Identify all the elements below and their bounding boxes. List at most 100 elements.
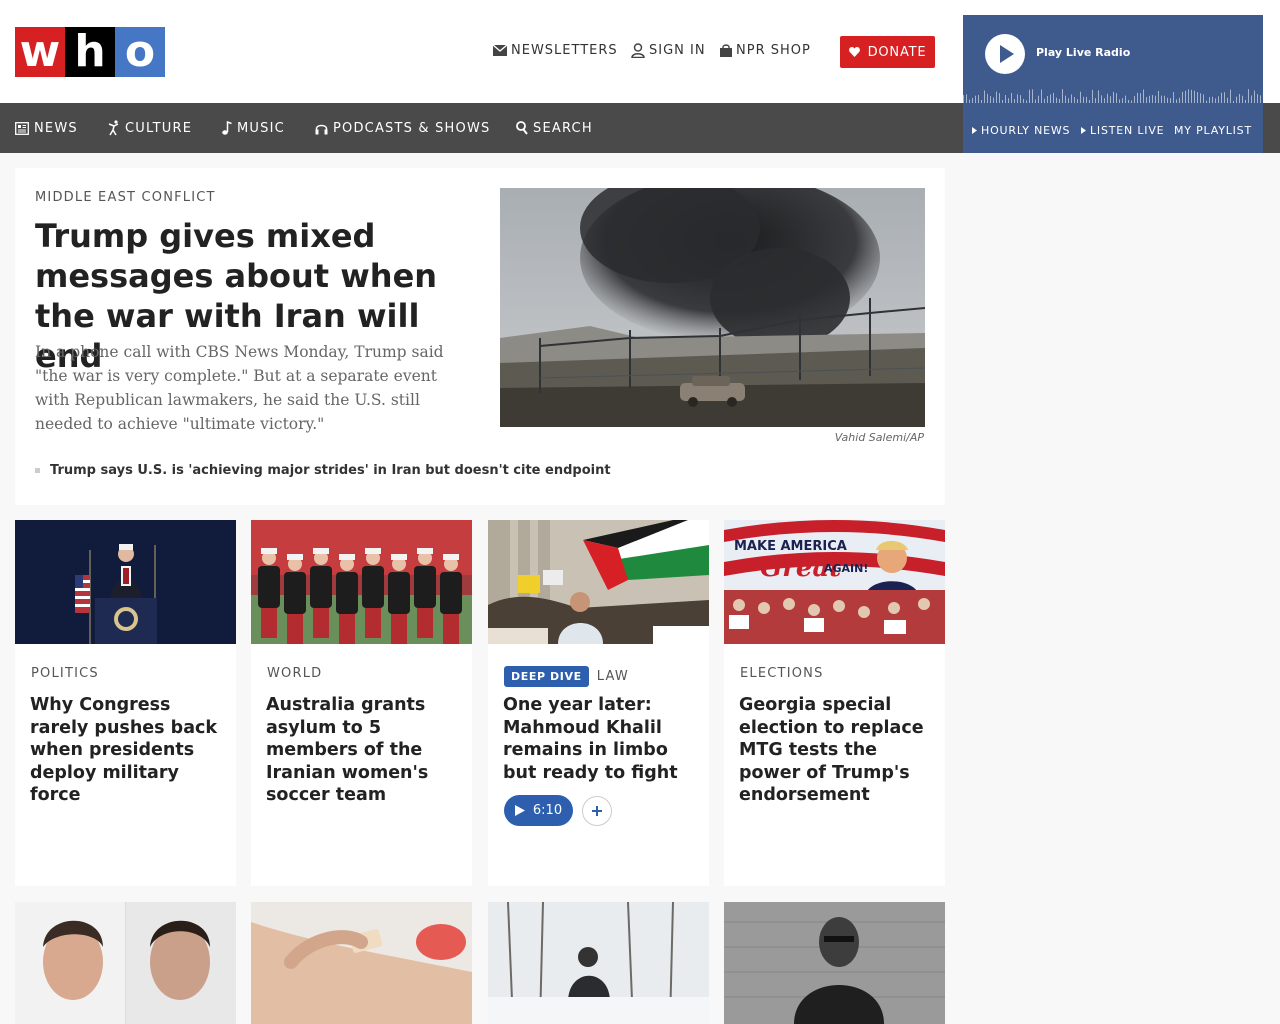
waveform-bar bbox=[1173, 92, 1174, 103]
my-playlist-link[interactable]: MY PLAYLIST bbox=[1174, 124, 1252, 137]
story-card-image-bandage[interactable] bbox=[251, 902, 472, 1024]
waveform-bar bbox=[1095, 98, 1096, 103]
waveform-bar bbox=[993, 97, 994, 103]
waveform-bar bbox=[969, 99, 970, 103]
story-card-world[interactable]: WORLD Australia grants asylum to 5 membe… bbox=[251, 520, 472, 886]
waveform-bar bbox=[1146, 97, 1147, 103]
waveform-bar bbox=[1161, 95, 1162, 103]
card-kicker[interactable]: ELECTIONS bbox=[740, 666, 824, 681]
donate-button[interactable]: DONATE bbox=[840, 36, 935, 68]
waveform-bar bbox=[987, 93, 988, 103]
card-title[interactable]: Georgia special election to replace MTG … bbox=[739, 694, 935, 807]
waveform-bar bbox=[1062, 89, 1063, 103]
card-image-podium[interactable] bbox=[15, 520, 236, 644]
story-card-image-mugshots[interactable] bbox=[15, 902, 236, 1024]
waveform-bar bbox=[1086, 96, 1087, 103]
waveform-bar bbox=[1098, 90, 1099, 103]
envelope-icon bbox=[493, 45, 507, 56]
waveform-bar bbox=[1026, 100, 1027, 103]
card-title[interactable]: Why Congress rarely pushes back when pre… bbox=[30, 694, 226, 807]
card-kicker-label: POLITICS bbox=[31, 666, 99, 681]
hero-image[interactable] bbox=[500, 188, 925, 427]
waveform-bar bbox=[1176, 99, 1177, 103]
waveform-bar bbox=[1038, 95, 1039, 103]
site-logo[interactable]: w h o bbox=[15, 27, 165, 77]
nav-item-news[interactable]: NEWS bbox=[15, 103, 78, 153]
waveform-bar bbox=[1056, 97, 1057, 103]
nav-label-culture: CULTURE bbox=[125, 120, 193, 136]
story-card-image-forest[interactable] bbox=[488, 902, 709, 1024]
waveform-bar bbox=[1233, 100, 1234, 103]
newsletters-link[interactable]: NEWSLETTERS bbox=[493, 43, 618, 58]
shop-link[interactable]: NPR SHOP bbox=[720, 43, 811, 58]
waveform-bar bbox=[1182, 91, 1183, 103]
nav-item-culture[interactable]: CULTURE bbox=[108, 103, 192, 153]
card-image-soccer-team[interactable] bbox=[251, 520, 472, 644]
listen-live-link[interactable]: LISTEN LIVE bbox=[1081, 124, 1164, 137]
nav-item-podcasts[interactable]: PODCASTS & SHOWS bbox=[315, 103, 490, 153]
waveform-bar bbox=[1149, 95, 1150, 103]
card-kicker[interactable]: POLITICS bbox=[31, 666, 99, 681]
waveform-bar bbox=[1185, 90, 1186, 103]
signin-label: SIGN IN bbox=[649, 43, 706, 58]
card-kicker[interactable]: WORLD bbox=[267, 666, 322, 681]
waveform-bar bbox=[1230, 89, 1231, 103]
waveform-bar bbox=[1002, 100, 1003, 103]
deep-dive-badge[interactable]: DEEP DIVE bbox=[504, 666, 589, 687]
waveform-bar bbox=[1113, 91, 1114, 103]
waveform-bar bbox=[990, 96, 991, 103]
add-to-playlist-button[interactable] bbox=[582, 796, 612, 826]
waveform-bar bbox=[1200, 93, 1201, 103]
waveform-bar bbox=[1179, 97, 1180, 103]
waveform-bar bbox=[1170, 98, 1171, 103]
waveform-bar bbox=[966, 94, 967, 103]
waveform-bar bbox=[1041, 89, 1042, 103]
soccer-team-illustration bbox=[251, 520, 472, 644]
waveform-bar bbox=[1068, 98, 1069, 103]
waveform-bar bbox=[1014, 99, 1015, 103]
play-audio-button[interactable]: 6:10 bbox=[504, 795, 573, 826]
waveform-bar bbox=[1089, 100, 1090, 103]
story-card-politics[interactable]: POLITICS Why Congress rarely pushes back… bbox=[15, 520, 236, 886]
card-kicker-label[interactable]: LAW bbox=[597, 669, 629, 684]
waveform-bar bbox=[984, 90, 985, 103]
card-title[interactable]: One year later: Mahmoud Khalil remains i… bbox=[503, 694, 699, 784]
waveform-bar bbox=[1101, 95, 1102, 103]
nav-label-search: SEARCH bbox=[533, 120, 593, 136]
donate-label: DONATE bbox=[867, 44, 927, 60]
waveform-bar bbox=[1257, 93, 1258, 103]
listen-live-label: LISTEN LIVE bbox=[1090, 123, 1165, 137]
nav-item-music[interactable]: MUSIC bbox=[222, 103, 285, 153]
waveform-bar bbox=[1206, 100, 1207, 103]
hero-kicker[interactable]: MIDDLE EAST CONFLICT bbox=[35, 190, 216, 205]
waveform-bar bbox=[1218, 96, 1219, 103]
story-card-elections[interactable]: MAKE AMERICA Great AGAIN! ELECTIONS Geor… bbox=[724, 520, 945, 886]
waveform-bar bbox=[1128, 99, 1129, 103]
card-image-rally[interactable]: MAKE AMERICA Great AGAIN! bbox=[724, 520, 945, 644]
waveform-bar bbox=[1215, 98, 1216, 103]
podium-illustration bbox=[15, 520, 236, 644]
waveform-bar bbox=[1155, 95, 1156, 103]
related-link-label: Trump says U.S. is 'achieving major stri… bbox=[50, 463, 611, 478]
related-link[interactable]: Trump says U.S. is 'achieving major stri… bbox=[35, 463, 611, 478]
card-image-protest[interactable] bbox=[488, 520, 709, 644]
waveform-bar bbox=[1110, 96, 1111, 103]
nav-item-search[interactable]: SEARCH bbox=[516, 103, 593, 153]
hourly-news-label: HOURLY NEWS bbox=[981, 123, 1071, 137]
story-card-image-portrait[interactable] bbox=[724, 902, 945, 1024]
waveform-bar bbox=[1212, 96, 1213, 103]
waveform-bar bbox=[1080, 91, 1081, 103]
waveform-bar bbox=[975, 95, 976, 103]
waveform-bar bbox=[1023, 98, 1024, 103]
play-live-button[interactable] bbox=[985, 34, 1025, 74]
hourly-news-link[interactable]: HOURLY NEWS bbox=[972, 124, 1070, 137]
card-kicker-label: ELECTIONS bbox=[740, 666, 824, 681]
story-card-law[interactable]: DEEP DIVE LAW One year later: Mahmoud Kh… bbox=[488, 520, 709, 886]
waveform-bar bbox=[1071, 94, 1072, 103]
rally-banner-line-1: MAKE AMERICA bbox=[734, 539, 847, 554]
card-title[interactable]: Australia grants asylum to 5 members of … bbox=[266, 694, 462, 807]
signin-link[interactable]: SIGN IN bbox=[631, 43, 706, 58]
waveform-bar bbox=[1011, 92, 1012, 103]
logo-letter-1: w bbox=[15, 27, 65, 77]
waveform-bar bbox=[1005, 95, 1006, 103]
